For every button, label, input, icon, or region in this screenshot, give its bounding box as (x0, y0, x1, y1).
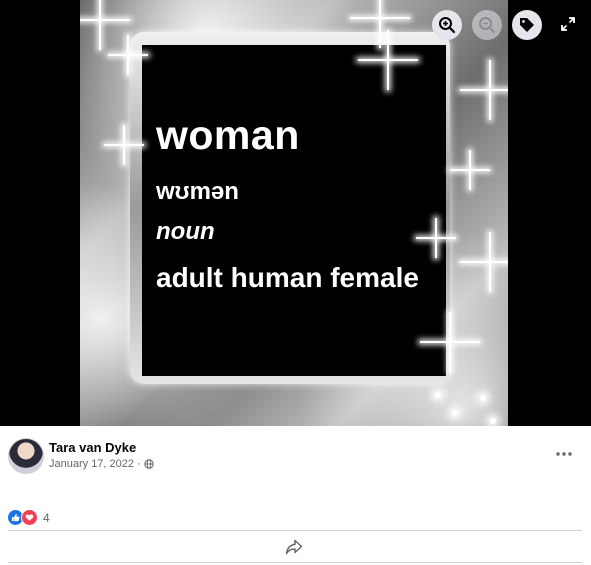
author-name[interactable]: Tara van Dyke (49, 440, 136, 455)
zoom-in-button[interactable] (432, 10, 462, 40)
photo-part-of-speech: noun (156, 218, 215, 245)
meta-separator: · (137, 458, 141, 470)
divider (8, 530, 582, 531)
sparkle-dot (480, 395, 486, 401)
globe-icon (143, 459, 154, 469)
sparkle-dot (435, 392, 441, 398)
reaction-count: 4 (43, 510, 50, 525)
zoom-in-icon (439, 17, 456, 34)
photo-frame-inner (142, 45, 446, 376)
expand-button[interactable] (558, 14, 578, 34)
sparkle-decoration (450, 150, 490, 190)
tag-icon (520, 18, 534, 32)
sparkle-decoration (80, 0, 130, 50)
expand-icon (561, 17, 575, 31)
sparkle-dot (490, 418, 496, 424)
divider (8, 562, 582, 563)
post-photo[interactable]: woman wʊmən noun adult human female (80, 0, 508, 426)
share-icon (285, 539, 303, 555)
love-icon (21, 509, 38, 526)
post-date[interactable]: January 17, 2022 (49, 458, 134, 470)
post-meta: January 17, 2022 · (49, 458, 154, 470)
share-button[interactable] (282, 537, 306, 557)
zoom-out-icon (479, 17, 496, 34)
photo-viewer: woman wʊmən noun adult human female (0, 0, 591, 426)
more-options-button[interactable] (553, 446, 575, 462)
tag-photo-button[interactable] (512, 10, 542, 40)
sparkle-dot (452, 410, 458, 416)
photo-word: woman (156, 112, 300, 158)
sparkle-decoration (460, 232, 508, 292)
reactions-summary[interactable]: 4 (7, 509, 50, 526)
author-avatar[interactable] (8, 438, 44, 474)
more-horizontal-icon (556, 452, 572, 456)
sparkle-decoration (460, 60, 508, 120)
zoom-out-button[interactable] (472, 10, 502, 40)
photo-pronunciation: wʊmən (156, 178, 239, 205)
photo-definition: adult human female (156, 262, 419, 293)
